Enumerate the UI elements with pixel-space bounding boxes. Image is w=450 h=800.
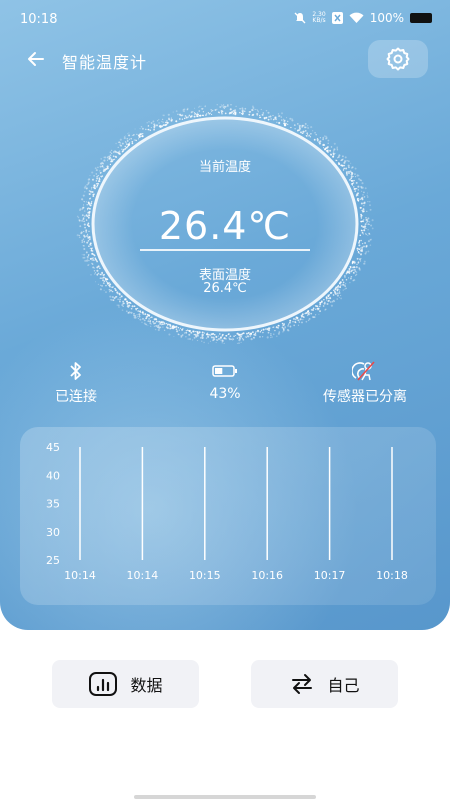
back-arrow-icon[interactable]	[24, 47, 48, 71]
sensor-status-label: 传感器已分离	[305, 386, 425, 406]
y-tick-label-0: 25	[46, 554, 60, 567]
gauge-divider	[140, 249, 310, 251]
gear-icon	[385, 46, 411, 72]
bar-chart-icon	[88, 671, 118, 697]
battery-icon	[410, 13, 432, 23]
status-bar: 10:18 2.30 KB/s 100%	[0, 0, 450, 40]
mute-icon	[294, 12, 306, 24]
y-tick-label-3: 40	[46, 469, 60, 482]
settings-button[interactable]	[368, 40, 428, 78]
self-button[interactable]: 自己	[251, 660, 398, 708]
x-tick-label-4: 10:17	[314, 569, 346, 582]
x-tick-label-2: 10:15	[189, 569, 221, 582]
surface-temp-value: 26.4℃	[75, 281, 375, 296]
x-tick-label-0: 10:14	[64, 569, 96, 582]
sensor-detached-icon	[352, 360, 378, 382]
x-tick-label-3: 10:16	[251, 569, 283, 582]
y-tick-label-1: 30	[46, 526, 60, 539]
battery-level-icon	[212, 364, 238, 378]
wifi-icon	[349, 12, 364, 24]
status-icons: 2.30 KB/s 100%	[294, 11, 432, 25]
x-tick-label-1: 10:14	[127, 569, 159, 582]
no-sim-icon	[332, 12, 343, 24]
temperature-chart-card: 25 30 35 40 45 10:14 10:14 10:15 10:16 10:17 10:18	[20, 427, 436, 605]
sensor-status: 传感器已分离	[305, 360, 425, 406]
status-battery-text: 100%	[370, 11, 404, 25]
y-tick-label-4: 45	[46, 441, 60, 454]
data-button[interactable]: 数据	[52, 660, 199, 708]
net-speed-unit: KB/s	[312, 18, 325, 24]
temperature-chart: 25 30 35 40 45 10:14 10:14 10:15 10:16 10:17 10:18	[20, 427, 436, 605]
data-button-label: 数据	[130, 672, 162, 696]
device-battery-status: 43%	[165, 360, 285, 402]
device-battery-label: 43%	[165, 386, 285, 402]
net-speed: 2.30 KB/s	[312, 12, 325, 24]
y-tick-label-2: 35	[46, 498, 60, 511]
bluetooth-status-label: 已连接	[16, 386, 136, 406]
home-indicator	[134, 795, 316, 799]
bluetooth-icon	[69, 361, 83, 381]
current-temp-label: 当前温度	[75, 156, 375, 175]
x-tick-label-5: 10:18	[376, 569, 408, 582]
bluetooth-status: 已连接	[16, 360, 136, 406]
self-button-label: 自己	[327, 672, 359, 696]
current-temp-value: 26.4℃	[75, 204, 375, 248]
page-title: 智能温度计	[62, 49, 147, 73]
status-time: 10:18	[20, 12, 57, 27]
temperature-gauge: 当前温度 26.4℃ 表面温度 26.4℃	[75, 104, 375, 344]
hero-panel: 10:18 2.30 KB/s 100% 智能温度计 当前温度 26.4℃ 表面…	[0, 0, 450, 630]
swap-arrows-icon	[289, 673, 315, 695]
